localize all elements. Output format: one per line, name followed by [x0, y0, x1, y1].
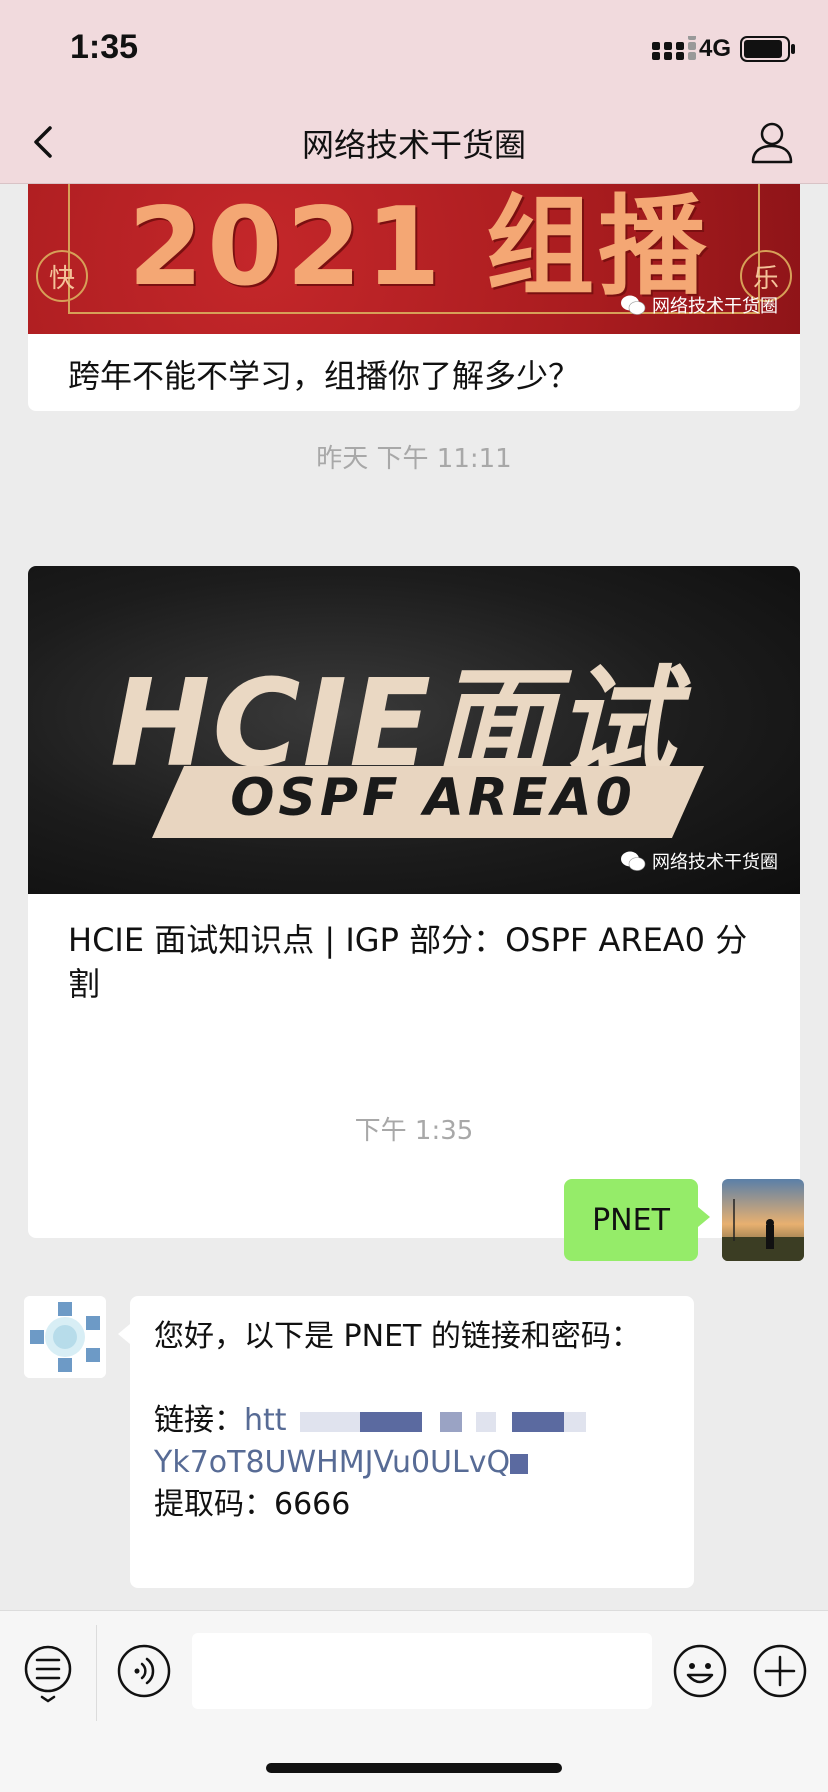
redaction-block — [462, 1411, 477, 1432]
home-indicator — [266, 1763, 562, 1773]
article-title[interactable]: 跨年不能不学习，组播你了解多少？ — [68, 354, 760, 398]
redaction-block — [476, 1411, 497, 1432]
chat-area[interactable]: 2021 组播 快 乐 网络技术干货圈 跨年不能不学习，组播你了解多少？ 昨天 … — [0, 184, 828, 1610]
sender-avatar[interactable] — [24, 1296, 106, 1378]
message-input[interactable] — [192, 1633, 652, 1709]
redaction-block — [564, 1411, 587, 1432]
plus-icon[interactable] — [752, 1643, 808, 1699]
message-greeting: 您好，以下是 PNET 的链接和密码： — [154, 1319, 641, 1354]
sent-message-bubble[interactable]: PNET — [564, 1179, 710, 1261]
signal-icon — [652, 36, 696, 60]
user-avatar[interactable] — [722, 1179, 804, 1261]
timestamp: 昨天 下午 11:11 — [316, 444, 512, 474]
battery-icon — [740, 36, 795, 62]
divider — [96, 1625, 97, 1721]
redaction-block — [510, 1453, 529, 1474]
watermark-text: 网络技术干货圈 — [652, 296, 778, 317]
list-menu-icon[interactable] — [22, 1643, 74, 1703]
status-time: 1:35 — [70, 28, 139, 66]
sender-avatar-logo — [24, 1296, 106, 1378]
chat-title: 网络技术干货圈 — [301, 126, 526, 164]
redaction-block — [512, 1411, 565, 1432]
wechat-icon — [621, 295, 646, 315]
article-cover-image[interactable]: 2021 组播 快 乐 网络技术干货圈 — [28, 184, 800, 334]
watermark: 网络技术干货圈 — [620, 292, 778, 318]
emoji-icon[interactable] — [672, 1643, 728, 1699]
link-continuation[interactable]: Yk7oT8UWHMJVu0ULvQ — [154, 1442, 670, 1484]
watermark: 网络技术干货圈 — [620, 848, 778, 874]
voice-icon[interactable] — [116, 1643, 172, 1699]
input-bar — [0, 1610, 828, 1792]
user-avatar-image — [722, 1179, 804, 1261]
link-label: 链接： — [154, 1403, 244, 1438]
redaction-block — [496, 1411, 513, 1432]
status-bar: 1:35 4G — [0, 0, 828, 100]
article-card[interactable]: 2021 组播 快 乐 网络技术干货圈 跨年不能不学习，组播你了解多少？ — [28, 184, 800, 411]
code-label: 提取码： — [154, 1487, 274, 1522]
network-label: 4G — [699, 35, 732, 62]
link-start[interactable]: htt — [244, 1403, 287, 1438]
nav-bar: 网络技术干货圈 — [0, 100, 828, 184]
message-code-line: 提取码：6666 — [154, 1484, 670, 1526]
redaction-block — [422, 1411, 441, 1432]
redaction-block — [360, 1411, 423, 1432]
received-message-bubble[interactable]: 您好，以下是 PNET 的链接和密码： 链接：htt Yk7oT8UWHMJVu… — [118, 1296, 694, 1588]
cover-badge-left: 快 — [36, 250, 88, 302]
article-title[interactable]: HCIE 面试知识点 | IGP 部分：OSPF AREA0 分割 — [68, 918, 760, 1006]
timestamp: 下午 1:35 — [354, 1116, 474, 1146]
code-value: 6666 — [274, 1487, 351, 1522]
cover-subheadline: OSPF AREA0 — [230, 768, 636, 828]
redaction-block — [300, 1411, 361, 1432]
message-link-line: 链接：htt — [154, 1400, 670, 1442]
article-cover-image[interactable]: HCIE面试 OSPF AREA0 网络技术干货圈 — [28, 566, 800, 894]
link-rest[interactable]: Yk7oT8UWHMJVu0ULvQ — [154, 1445, 510, 1480]
redaction-block — [440, 1411, 463, 1432]
wechat-icon — [621, 851, 646, 871]
watermark-text: 网络技术干货圈 — [652, 852, 778, 873]
person-icon[interactable] — [748, 118, 796, 166]
